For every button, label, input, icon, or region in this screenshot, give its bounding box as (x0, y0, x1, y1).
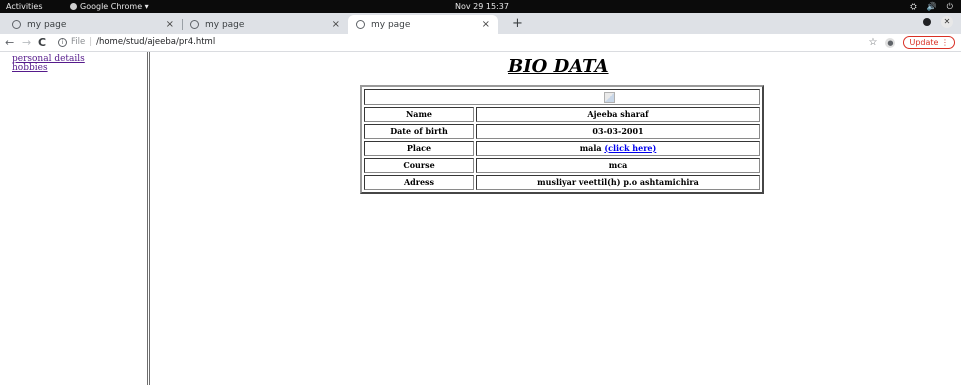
row-value: musliyar veettil(h) p.o ashtamichira (476, 174, 760, 190)
app-menu-label: Google Chrome ▾ (80, 2, 149, 11)
broken-image-icon (604, 91, 615, 103)
toolbar-right: ☆ ● Update ⋮ (869, 36, 955, 49)
table-row: Place mala (click here) (364, 140, 760, 156)
close-tab-icon[interactable]: × (332, 19, 340, 30)
tab-title: my page (371, 19, 411, 30)
table-row: Name Ajeeba sharaf (364, 106, 760, 122)
volume-icon: 🔊 (926, 2, 937, 11)
table-row: Adress musliyar veettil(h) p.o ashtamich… (364, 174, 760, 190)
info-icon[interactable]: i (58, 38, 67, 47)
globe-icon (12, 20, 21, 29)
network-icon: ⛭ (910, 2, 917, 11)
image-cell (364, 89, 760, 105)
globe-icon (356, 20, 365, 29)
place-text: mala (579, 142, 602, 153)
browser-toolbar: ← → C i File | /home/stud/ajeeba/pr4.htm… (0, 34, 961, 52)
system-tray[interactable]: ⛭ 🔊 ⏻ (910, 0, 953, 13)
tab-title: my page (205, 19, 245, 30)
tab-2[interactable]: my page × (182, 15, 348, 34)
tab-3-active[interactable]: my page × (348, 15, 498, 34)
row-value: mca (476, 157, 760, 173)
app-menu[interactable]: Google Chrome ▾ (70, 0, 149, 13)
power-icon: ⏻ (946, 2, 953, 11)
tab-title: my page (27, 19, 67, 30)
clock[interactable]: Nov 29 15:37 (455, 0, 509, 13)
reload-icon[interactable]: C (38, 35, 46, 50)
activities-button[interactable]: Activities (6, 0, 43, 13)
tab-strip: my page × my page × my page × (0, 13, 961, 34)
update-button[interactable]: Update ⋮ (903, 36, 955, 49)
more-menu-icon: ⋮ (941, 38, 949, 47)
bio-data-table: Name Ajeeba sharaf Date of birth 03-03-2… (360, 85, 764, 194)
url-separator: | (89, 37, 93, 47)
globe-icon (190, 20, 199, 29)
row-label: Name (364, 106, 474, 122)
row-label: Place (364, 140, 474, 156)
row-label: Course (364, 157, 474, 173)
close-tab-icon[interactable]: × (166, 19, 174, 30)
page-title: BIO DATA (508, 56, 609, 77)
update-label: Update (909, 38, 939, 47)
left-frame-nav: personal details hobbies (0, 52, 150, 385)
tab-1[interactable]: my page × (4, 15, 182, 34)
back-arrow-icon[interactable]: ← (5, 35, 14, 50)
url-scheme: File (71, 37, 86, 47)
close-tab-icon[interactable]: × (482, 19, 490, 30)
page-viewport: personal details hobbies BIO DATA Name A… (0, 52, 961, 385)
link-hobbies[interactable]: hobbies (12, 64, 147, 73)
address-bar[interactable]: i File | /home/stud/ajeeba/pr4.html (58, 37, 215, 48)
table-row-image (364, 89, 760, 105)
profile-icon[interactable]: ● (885, 37, 896, 48)
new-tab-button[interactable]: + (512, 13, 523, 34)
row-label: Date of birth (364, 123, 474, 139)
url-path: /home/stud/ajeeba/pr4.html (96, 37, 216, 47)
system-top-bar: Activities Google Chrome ▾ Nov 29 15:37 … (0, 0, 961, 13)
table-row: Course mca (364, 157, 760, 173)
close-window-icon[interactable]: ✕ (941, 16, 953, 28)
forward-arrow-icon[interactable]: → (22, 35, 31, 50)
window-controls: ✕ (923, 16, 953, 28)
row-value: 03-03-2001 (476, 123, 760, 139)
row-value: Ajeeba sharaf (476, 106, 760, 122)
table-row: Date of birth 03-03-2001 (364, 123, 760, 139)
chrome-app-icon (70, 3, 77, 10)
click-here-link[interactable]: (click here) (604, 143, 656, 153)
bookmark-star-icon[interactable]: ☆ (869, 37, 878, 48)
row-label: Adress (364, 174, 474, 190)
record-icon[interactable] (923, 18, 931, 26)
row-value-place: mala (click here) (476, 140, 760, 156)
